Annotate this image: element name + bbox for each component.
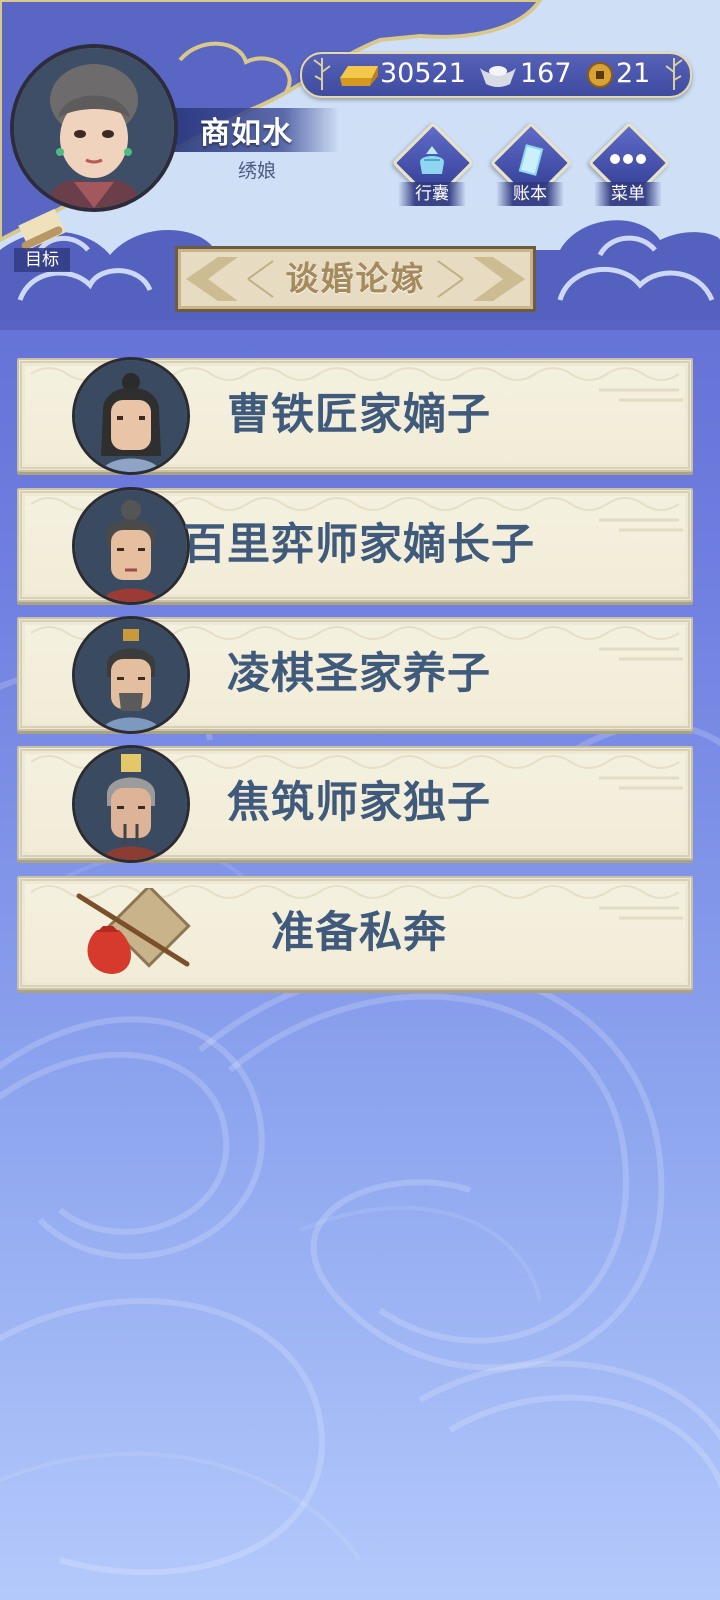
suitor-label: 曹铁匠家嫡子 — [227, 390, 491, 440]
goal-button[interactable]: 目标 — [10, 206, 76, 272]
suitor-option-2[interactable]: 百里弈师家嫡长子 — [17, 487, 693, 605]
bamboo-icon — [313, 58, 331, 90]
lady-portrait-icon — [14, 48, 174, 208]
menu-button-label: 菜单 — [594, 182, 662, 206]
bamboo-icon — [665, 58, 683, 90]
player-avatar[interactable] — [10, 44, 178, 212]
goal-label: 目标 — [14, 248, 70, 272]
elope-option[interactable]: 准备私奔 — [17, 876, 693, 990]
gold-amount: 30521 — [380, 58, 466, 89]
bundle-icon — [420, 146, 444, 174]
copper-coin-icon — [587, 62, 613, 88]
suitor-option-1[interactable]: 曹铁匠家嫡子 — [17, 357, 693, 475]
marriage-header-plaque: 谈婚论嫁 — [175, 246, 536, 312]
menu-dots-icon — [610, 154, 646, 164]
suitor-label: 百里弈师家嫡长子 — [183, 520, 535, 570]
suitor-label: 凌棋圣家养子 — [227, 649, 491, 699]
elope-label: 准备私奔 — [271, 908, 447, 958]
scroll-icon — [18, 208, 66, 250]
page-title: 谈婚论嫁 — [285, 259, 426, 298]
player-occupation: 绣娘 — [238, 160, 277, 182]
suitor-option-3[interactable]: 凌棋圣家养子 — [17, 616, 693, 734]
menu-button[interactable]: 菜单 — [587, 121, 671, 206]
suitor-option-4[interactable]: 焦筑师家独子 — [17, 745, 693, 863]
currency-bar: 30521 167 21 — [300, 52, 692, 98]
player-name: 商如水 — [200, 116, 293, 151]
ledger-button[interactable]: 账本 — [489, 121, 573, 206]
bag-button[interactable]: 行囊 — [391, 121, 475, 206]
ledger-button-label: 账本 — [496, 182, 564, 206]
silver-ingot-icon — [480, 66, 516, 87]
suitor-label: 焦筑师家独子 — [227, 778, 491, 828]
ledger-icon — [518, 144, 544, 176]
coin-amount: 21 — [616, 58, 651, 89]
gold-ingot-icon — [340, 66, 378, 86]
bag-button-label: 行囊 — [398, 182, 466, 206]
silver-amount: 167 — [520, 58, 572, 89]
